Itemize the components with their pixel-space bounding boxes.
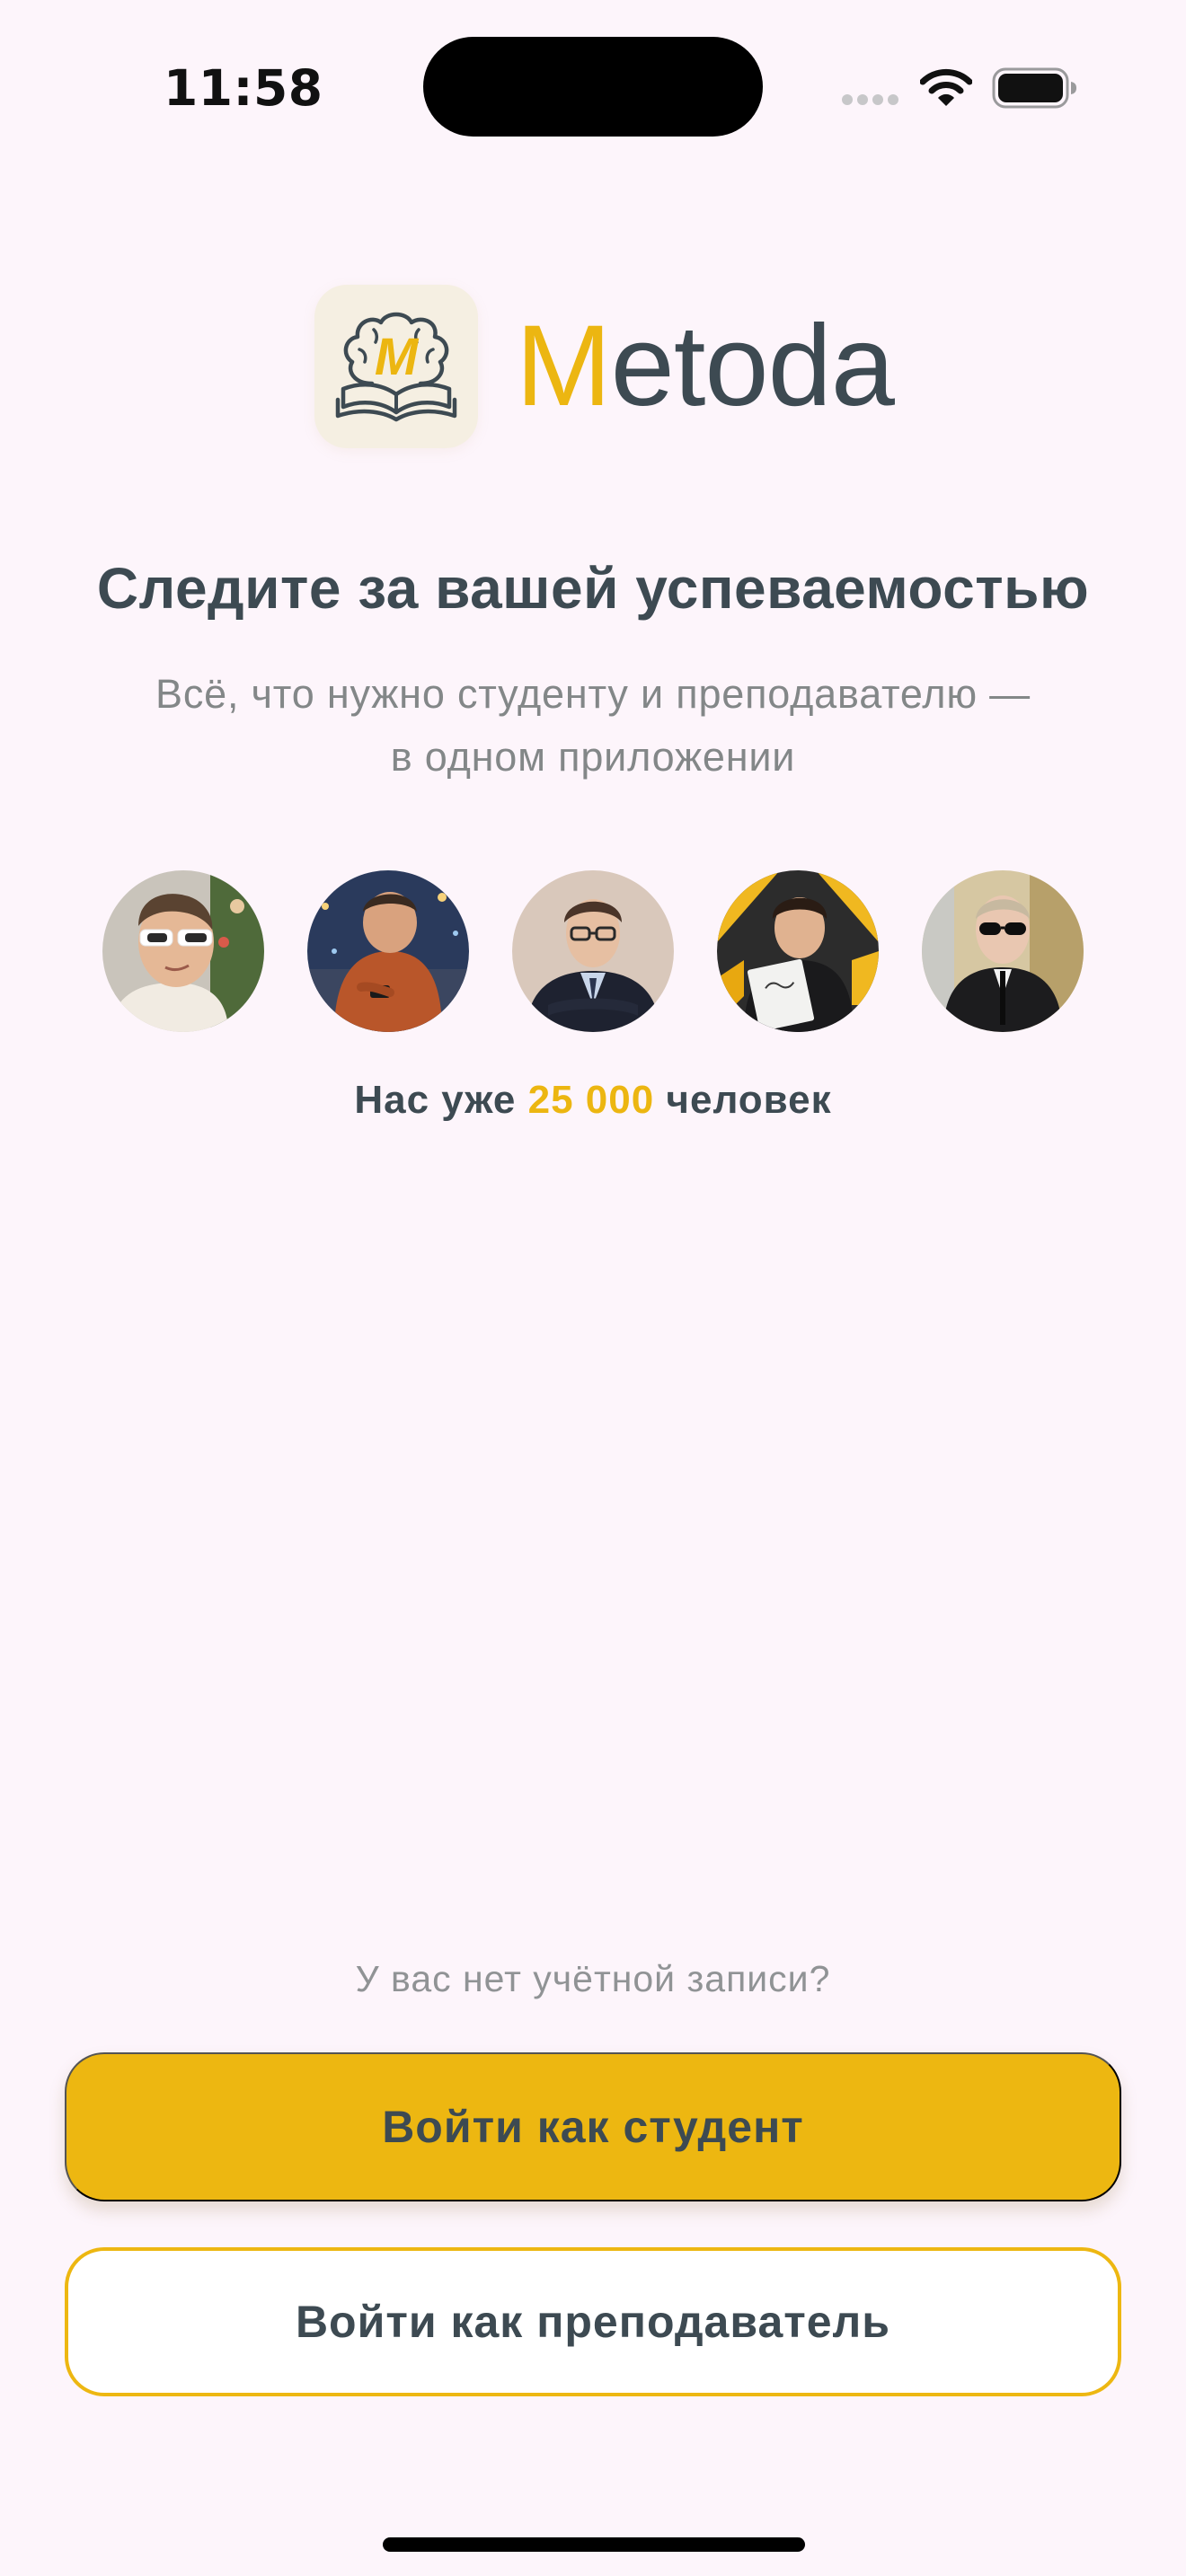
dynamic-island [423, 37, 763, 137]
user-photo-2 [307, 870, 469, 1032]
battery-icon [992, 67, 1076, 109]
users-count-value: 25 000 [527, 1078, 655, 1122]
page-subtitle: Всё, что нужно студенту и преподавателю … [54, 663, 1132, 789]
users-count: Нас уже 25 000 человек [0, 1078, 1186, 1123]
page-title: Следите за вашей успеваемостью [96, 556, 1090, 621]
home-indicator[interactable] [383, 2537, 805, 2552]
avatar [717, 870, 879, 1032]
brand-name-initial: M [516, 302, 612, 430]
subtitle-line-1: Всё, что нужно студенту и преподавателю … [155, 671, 1031, 717]
logo-letter: M [375, 328, 420, 386]
brand-name-rest: etoda [610, 302, 895, 430]
user-photo-3 [512, 870, 674, 1032]
login-as-student-button[interactable]: Войти как студент [65, 2052, 1121, 2201]
wifi-icon [920, 68, 972, 106]
community-avatars [102, 870, 1085, 1034]
user-photo-4 [717, 870, 879, 1032]
users-count-prefix: Нас уже [354, 1078, 517, 1122]
users-count-suffix: человек [666, 1078, 832, 1122]
no-account-text: У вас нет учётной записи? [355, 1958, 831, 1999]
status-time: 11:58 [164, 59, 323, 117]
avatar [922, 870, 1084, 1032]
avatar [512, 870, 674, 1032]
cellular-signal-icon [842, 94, 898, 105]
subtitle-line-2: в одном приложении [390, 734, 796, 780]
avatar [307, 870, 469, 1032]
app-logo: M [314, 285, 478, 448]
avatar [102, 870, 264, 1032]
user-photo-5 [922, 870, 1084, 1032]
login-as-teacher-button[interactable]: Войти как преподаватель [65, 2247, 1121, 2396]
user-photo-1 [102, 870, 264, 1032]
brain-book-icon: M [335, 312, 457, 422]
brand-name: Metoda [516, 302, 895, 430]
